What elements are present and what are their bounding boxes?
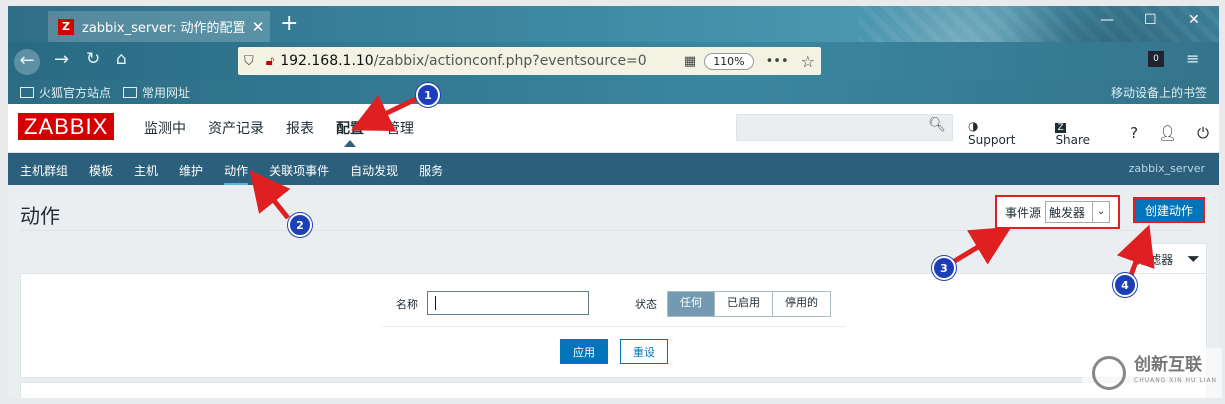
menu-monitoring[interactable]: 监测中 (144, 118, 186, 138)
bookmark-common-sites[interactable]: 常用网址 (123, 84, 190, 101)
url-path: /zabbix/actionconf.php?eventsource=0 (373, 53, 647, 69)
zoom-level[interactable]: 110% (704, 52, 754, 70)
close-tab-icon[interactable]: ✕ (246, 18, 270, 36)
watermark-subtext: CHUANG XIN HU LIAN (1134, 377, 1218, 384)
share-link[interactable]: ZShare (1055, 119, 1110, 147)
event-source-control: 事件源 触发器 ⌄ (995, 195, 1120, 229)
minimize-icon[interactable]: — (1100, 12, 1114, 28)
tab-bar: Z zabbix_server: 动作的配置 ✕ + — ☐ ✕ (8, 6, 1219, 104)
shield-icon[interactable]: ⛉ (244, 54, 254, 69)
new-tab-icon[interactable]: + (280, 12, 298, 36)
folder-icon (123, 86, 138, 98)
submenu-host-groups[interactable]: 主机群组 (20, 162, 68, 186)
help-icon[interactable]: ? (1130, 124, 1138, 142)
nav-toolbar: ← → ↻ ⌂ ⛉ 🔓︎ 192.168.1.10/zabbix/actionc… (8, 42, 1219, 80)
reset-button[interactable]: 重设 (620, 339, 668, 364)
submenu-correlation[interactable]: 关联项事件 (269, 162, 329, 186)
maximize-icon[interactable]: ☐ (1144, 12, 1157, 28)
zabbix-header: ZABBIX 监测中 资产记录 报表 配置 管理 🔍︎ ◑ Support ZS… (8, 104, 1219, 153)
user-profile-icon[interactable]: 👤︎ (1158, 124, 1177, 142)
qr-code-icon[interactable]: ▦ (684, 54, 696, 69)
page-content: 动作 事件源 触发器 ⌄ 创建动作 过滤器 ⏷ 名称 状态 任何 已启用 停用的… (8, 185, 1219, 398)
results-table-top (20, 382, 1207, 398)
event-source-select[interactable]: 触发器 ⌄ (1045, 201, 1111, 223)
title-divider (20, 230, 1190, 231)
name-label: 名称 (396, 298, 418, 311)
share-icon: Z (1055, 123, 1066, 133)
extension-badge[interactable]: 0 (1148, 51, 1164, 67)
tab-title: zabbix_server: 动作的配置 (82, 21, 246, 36)
window-close-icon[interactable]: ✕ (1188, 12, 1200, 28)
watermark-logo-icon (1092, 356, 1126, 390)
filter-tab-label: 过滤器 (1137, 252, 1174, 267)
annotation-badge-3: 3 (932, 256, 956, 280)
submenu-templates[interactable]: 模板 (89, 162, 113, 186)
main-menu: 监测中 资产记录 报表 配置 管理 (144, 118, 436, 138)
server-name: zabbix_server (1128, 162, 1205, 175)
active-menu-caret (344, 140, 356, 147)
status-label: 状态 (635, 298, 657, 311)
submenu-hosts[interactable]: 主机 (134, 162, 158, 186)
search-icon[interactable]: 🔍︎ (928, 117, 946, 133)
annotation-badge-2: 2 (288, 213, 312, 237)
status-any[interactable]: 任何 (668, 292, 714, 316)
browser-tab[interactable]: Z zabbix_server: 动作的配置 ✕ (48, 11, 270, 42)
mobile-bookmarks[interactable]: 移动设备上的书签 (1111, 84, 1207, 101)
bookmark-star-icon[interactable]: ☆ (801, 52, 815, 71)
folder-icon (20, 86, 34, 98)
insecure-lock-icon[interactable]: 🔓︎ (266, 54, 274, 69)
menu-reports[interactable]: 报表 (286, 118, 314, 138)
bookmarks-bar: 火狐官方站点 常用网址 移动设备上的书签 (8, 80, 1219, 104)
watermark-text: 创新互联 (1134, 355, 1202, 375)
filter-tab[interactable]: 过滤器 ⏷ (1130, 243, 1207, 274)
chevron-down-icon: ⌄ (1092, 202, 1109, 222)
zabbix-logo[interactable]: ZABBIX (18, 113, 115, 140)
menu-inventory[interactable]: 资产记录 (208, 118, 264, 138)
event-source-label: 事件源 (1005, 205, 1042, 220)
menu-administration[interactable]: 管理 (386, 118, 414, 138)
menu-configuration[interactable]: 配置 (336, 118, 364, 138)
watermark: 创新互联 CHUANG XIN HU LIAN (1082, 348, 1222, 398)
more-actions-icon[interactable]: ••• (766, 54, 789, 69)
reload-icon[interactable]: ↻ (86, 49, 100, 69)
header-actions: ◑ Support ZShare ? 👤︎ ⏻ (968, 119, 1219, 147)
support-link[interactable]: ◑ Support (968, 119, 1035, 147)
submenu-discovery[interactable]: 自动发现 (350, 162, 398, 186)
status-radio-group: 任何 已启用 停用的 (667, 291, 831, 317)
submenu-services[interactable]: 服务 (419, 162, 443, 186)
page-title: 动作 (20, 204, 60, 228)
filter-divider (381, 326, 846, 327)
url-host: 192.168.1.10 (280, 53, 374, 69)
forward-arrow-icon[interactable]: → (54, 49, 69, 70)
address-bar[interactable]: ⛉ 🔓︎ 192.168.1.10/zabbix/actionconf.php?… (238, 47, 821, 75)
status-disabled[interactable]: 停用的 (772, 292, 830, 316)
bookmark-firefox-site[interactable]: 火狐官方站点 (20, 84, 111, 101)
annotation-badge-4: 4 (1113, 273, 1137, 297)
filter-panel: 名称 状态 任何 已启用 停用的 应用 重设 (20, 273, 1207, 378)
status-enabled[interactable]: 已启用 (714, 292, 772, 316)
browser-window: Z zabbix_server: 动作的配置 ✕ + — ☐ ✕ ← → ↻ ⌂… (8, 6, 1219, 398)
annotation-badge-1: 1 (416, 83, 440, 107)
submenu-actions[interactable]: 动作 (224, 162, 249, 186)
headset-icon: ◑ (968, 119, 979, 133)
filter-funnel-icon: ⏷ (1187, 249, 1200, 268)
search-input[interactable]: 🔍︎ (736, 114, 953, 141)
create-action-button[interactable]: 创建动作 (1133, 197, 1205, 223)
back-arrow-icon[interactable]: ← (14, 49, 40, 75)
sub-menu: 主机群组 模板 主机 维护 动作 关联项事件 自动发现 服务 zabbix_se… (8, 153, 1219, 186)
hamburger-menu-icon[interactable]: ≡ (1186, 49, 1199, 68)
name-input[interactable] (427, 291, 589, 315)
zabbix-favicon-icon: Z (58, 18, 74, 35)
apply-button[interactable]: 应用 (560, 339, 608, 364)
submenu-maintenance[interactable]: 维护 (179, 162, 203, 186)
home-icon[interactable]: ⌂ (116, 49, 127, 69)
logout-icon[interactable]: ⏻ (1197, 124, 1209, 142)
